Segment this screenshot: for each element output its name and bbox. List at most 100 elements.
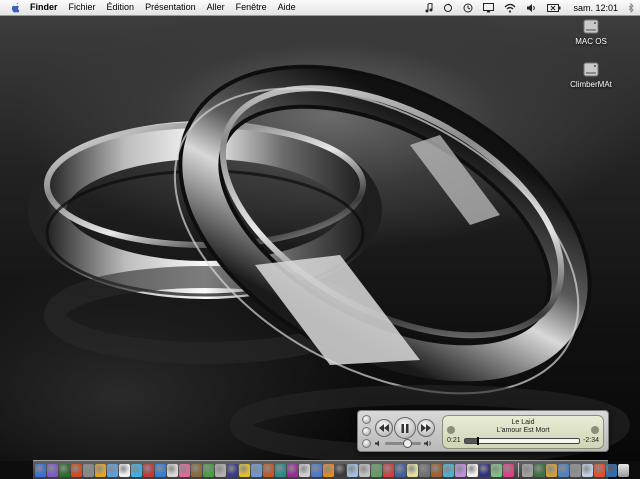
menu-edition[interactable]: Édition bbox=[107, 0, 135, 15]
apple-logo-icon[interactable] bbox=[11, 2, 21, 14]
dock-app-icon[interactable] bbox=[419, 463, 430, 477]
song-detail: L'amour Est Mort bbox=[496, 427, 550, 434]
dock-app-icon[interactable] bbox=[455, 463, 466, 477]
dock-app-icon[interactable] bbox=[311, 463, 322, 477]
volume-icon[interactable] bbox=[526, 0, 537, 15]
menu-extras: sam. 12:01 bbox=[415, 0, 634, 15]
window-controls bbox=[362, 415, 371, 448]
dock-app-icon[interactable] bbox=[287, 463, 298, 477]
volume-high-icon bbox=[424, 440, 431, 447]
dock-app-icon[interactable] bbox=[323, 463, 334, 477]
dock-app-icon[interactable] bbox=[467, 463, 478, 477]
hard-drive-icon bbox=[583, 19, 599, 34]
time-machine-icon[interactable] bbox=[463, 0, 473, 15]
zoom-button[interactable] bbox=[362, 439, 371, 448]
menu-finder[interactable]: Finder bbox=[30, 0, 58, 15]
dock-app-icon[interactable] bbox=[443, 463, 454, 477]
next-button[interactable] bbox=[417, 419, 435, 437]
pause-icon bbox=[401, 423, 409, 433]
dock-app-icon[interactable] bbox=[167, 463, 178, 477]
dock-app-icon[interactable] bbox=[491, 463, 502, 477]
dock-app-icon[interactable] bbox=[407, 463, 418, 477]
dock-app-icon[interactable] bbox=[582, 463, 593, 477]
dock-app-icon[interactable] bbox=[275, 463, 286, 477]
dock-separator bbox=[518, 463, 519, 477]
dock-app-icon[interactable] bbox=[383, 463, 394, 477]
dock-app-icon[interactable] bbox=[239, 463, 250, 477]
dock-app-icon[interactable] bbox=[71, 463, 82, 477]
drive-label: MAC OS bbox=[575, 37, 607, 46]
dock-app-icon[interactable] bbox=[335, 463, 346, 477]
dock-app-icon[interactable] bbox=[83, 463, 94, 477]
dock-app-icon[interactable] bbox=[503, 463, 514, 477]
dock-app-icon[interactable] bbox=[534, 463, 545, 477]
dock-app-icon[interactable] bbox=[395, 463, 406, 477]
remaining-time: -2:34 bbox=[583, 437, 599, 444]
dock-app-icon[interactable] bbox=[299, 463, 310, 477]
display-icon[interactable] bbox=[483, 0, 495, 15]
dock-app-icon[interactable] bbox=[59, 463, 70, 477]
dock-app-icon[interactable] bbox=[107, 463, 118, 477]
volume-control bbox=[375, 439, 433, 448]
desktop[interactable]: MAC OS ClimberMAt bbox=[0, 15, 640, 461]
dock-app-icon[interactable] bbox=[263, 463, 274, 477]
drive-mac-os[interactable]: MAC OS bbox=[561, 17, 621, 46]
dock-app-icon[interactable] bbox=[251, 463, 262, 477]
menu-aide[interactable]: Aide bbox=[278, 0, 296, 15]
dock-app-icon[interactable] bbox=[203, 463, 214, 477]
dock-app-icon[interactable] bbox=[155, 463, 166, 477]
dock-app-icon[interactable] bbox=[215, 463, 226, 477]
dock-app-icon[interactable] bbox=[143, 463, 154, 477]
dock-app-icon[interactable] bbox=[347, 463, 358, 477]
itunes-mini-player[interactable]: Le Laid L'amour Est Mort 0:21 -2:34 bbox=[357, 410, 609, 452]
dock-app-icon[interactable] bbox=[594, 463, 605, 477]
close-button[interactable] bbox=[362, 415, 371, 424]
dock-app-icon[interactable] bbox=[47, 463, 58, 477]
hard-drive-icon bbox=[583, 62, 599, 77]
trash-icon[interactable] bbox=[618, 463, 629, 477]
dock-app-icon[interactable] bbox=[371, 463, 382, 477]
volume-slider[interactable] bbox=[385, 439, 421, 448]
dock-app-icon[interactable] bbox=[227, 463, 238, 477]
elapsed-time: 0:21 bbox=[447, 437, 461, 444]
menu-bar: Finder Fichier Édition Présentation Alle… bbox=[0, 0, 640, 16]
drive-climbermat[interactable]: ClimberMAt bbox=[561, 60, 621, 89]
dock-app-icon[interactable] bbox=[558, 463, 569, 477]
pause-button[interactable] bbox=[394, 417, 416, 439]
dock-app-icon[interactable] bbox=[522, 463, 533, 477]
dock-app-icon[interactable] bbox=[131, 463, 142, 477]
menu-clock[interactable]: sam. 12:01 bbox=[573, 3, 618, 13]
dock-app-icon[interactable] bbox=[546, 463, 557, 477]
dock-app-icon[interactable] bbox=[179, 463, 190, 477]
music-note-icon[interactable] bbox=[425, 0, 433, 15]
drive-label: ClimberMAt bbox=[570, 80, 612, 89]
menu-presentation[interactable]: Présentation bbox=[145, 0, 196, 15]
menu-fichier[interactable]: Fichier bbox=[69, 0, 96, 15]
sync-icon[interactable] bbox=[443, 0, 453, 15]
dock-app-icon[interactable] bbox=[95, 463, 106, 477]
minimize-button[interactable] bbox=[362, 427, 371, 436]
bluetooth-icon[interactable] bbox=[628, 0, 634, 15]
dock-app-icon[interactable] bbox=[606, 463, 617, 477]
now-playing-display: Le Laid L'amour Est Mort 0:21 -2:34 bbox=[442, 415, 604, 449]
battery-icon[interactable] bbox=[547, 0, 561, 15]
progress-bar[interactable] bbox=[463, 436, 581, 445]
dock-app-icon[interactable] bbox=[119, 463, 130, 477]
dock-app-icon[interactable] bbox=[479, 463, 490, 477]
volume-knob[interactable] bbox=[402, 439, 412, 448]
progress-row: 0:21 -2:34 bbox=[447, 436, 599, 445]
menu-aller[interactable]: Aller bbox=[207, 0, 225, 15]
wifi-icon[interactable] bbox=[504, 0, 516, 15]
menu-fenetre[interactable]: Fenêtre bbox=[236, 0, 267, 15]
playhead[interactable] bbox=[477, 436, 480, 445]
volume-low-icon bbox=[375, 440, 379, 447]
dock-app-icon[interactable] bbox=[35, 463, 46, 477]
next-icon bbox=[421, 424, 431, 432]
previous-button[interactable] bbox=[375, 419, 393, 437]
dock-app-icon[interactable] bbox=[191, 463, 202, 477]
dock-app-icon[interactable] bbox=[431, 463, 442, 477]
previous-icon bbox=[379, 424, 389, 432]
wallpaper-rings bbox=[28, 64, 630, 461]
dock-app-icon[interactable] bbox=[359, 463, 370, 477]
dock-app-icon[interactable] bbox=[570, 463, 581, 477]
